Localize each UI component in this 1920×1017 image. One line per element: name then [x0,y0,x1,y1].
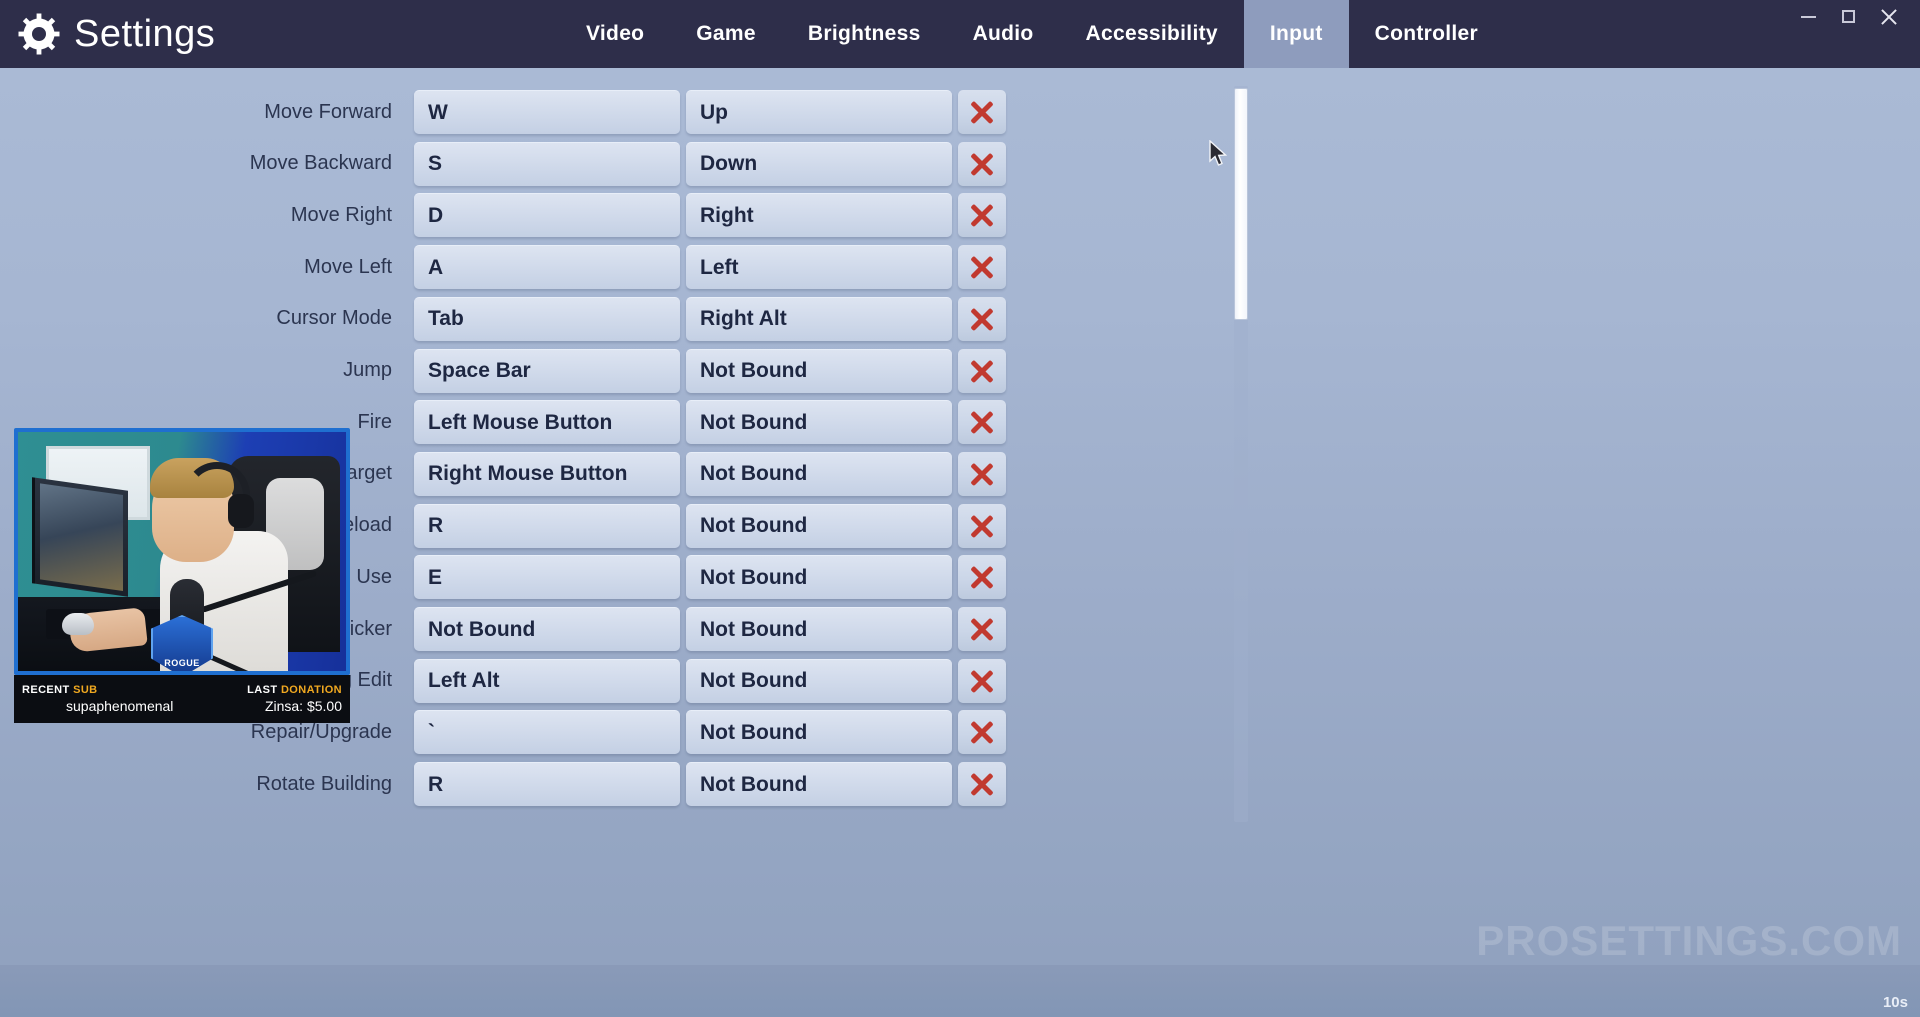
clear-binding-button[interactable] [958,348,1006,393]
keybinding-row: Move Right D Right [0,189,1250,241]
close-button[interactable] [1878,6,1900,28]
tab-controller[interactable]: Controller [1349,0,1504,68]
primary-binding-field[interactable]: Left Mouse Button [414,400,680,445]
keybinding-row: Jump Space Bar Not Bound [0,345,1250,397]
keybinding-row: Rotate Building R Not Bound [0,758,1250,810]
keybinding-action-label: Rotate Building [256,772,392,795]
secondary-binding-field[interactable]: Not Bound [686,555,952,600]
keybinding-action-label: Repair/Upgrade [250,720,392,743]
stream-alerts-strip: RECENT SUB LAST DONATION supaphenomenal … [14,675,350,723]
primary-binding-field[interactable]: Right Mouse Button [414,451,680,496]
primary-binding-field[interactable]: W [414,90,680,134]
primary-binding-field[interactable]: S [414,141,680,186]
watermark: PROSETTINGS.COM [1476,917,1902,964]
primary-binding-field[interactable]: Left Alt [414,658,680,703]
clear-binding-button[interactable] [958,555,1006,600]
secondary-binding-field[interactable]: Down [686,141,952,186]
maximize-button[interactable] [1838,6,1860,28]
keybinding-action-label: Move Right [290,203,392,226]
tab-accessibility[interactable]: Accessibility [1060,0,1244,68]
secondary-binding-field[interactable]: Right Alt [686,296,952,341]
keybinding-action-label: Jump [343,359,392,381]
primary-binding-field[interactable]: Tab [414,296,680,341]
rogue-logo-icon: ROGUE [151,615,213,671]
clear-binding-button[interactable] [958,193,1006,238]
clear-binding-button[interactable] [958,245,1006,290]
secondary-binding-field[interactable]: Not Bound [686,503,952,548]
secondary-binding-field[interactable]: Not Bound [686,607,952,651]
primary-binding-field[interactable]: E [414,555,680,600]
primary-binding-field[interactable]: Not Bound [414,607,680,651]
clear-binding-button[interactable] [958,141,1006,186]
secondary-binding-field[interactable]: Not Bound [686,451,952,496]
tab-game[interactable]: Game [670,0,782,68]
rogue-logo-label: ROGUE [164,658,200,668]
clear-binding-button[interactable] [958,90,1006,134]
primary-binding-field[interactable]: D [414,193,680,238]
primary-binding-field[interactable]: A [414,245,680,290]
clear-binding-button[interactable] [958,607,1006,651]
clear-binding-button[interactable] [958,710,1006,755]
secondary-binding-field[interactable]: Not Bound [686,762,952,807]
keybinding-action-label: Move Backward [249,152,392,175]
minimize-button[interactable] [1798,6,1820,28]
keybinding-row: Move Left A Left [0,241,1250,293]
recent-sub-label: RECENT SUB [22,684,98,696]
title-bar: Settings Video Game Brightness Audio Accessi… [0,0,1920,68]
window-controls [1798,0,1910,34]
app-brand: Settings [0,13,560,55]
recent-sub-value: supaphenomenal [66,698,174,714]
settings-tabs: Video Game Brightness Audio Accessibility Inp… [560,0,1504,68]
webcam-overlay: ROGUE [14,428,350,675]
keybinding-row: Move Backward S Down [0,138,1250,190]
secondary-binding-field[interactable]: Not Bound [686,348,952,393]
secondary-binding-field[interactable]: Not Bound [686,658,952,703]
secondary-binding-field[interactable]: Up [686,90,952,134]
clear-binding-button[interactable] [958,400,1006,445]
keybinding-action-label: Move Forward [264,100,392,123]
keybinding-row: Cursor Mode Tab Right Alt [0,293,1250,345]
clear-binding-button[interactable] [958,296,1006,341]
clear-binding-button[interactable] [958,762,1006,807]
tab-input[interactable]: Input [1243,0,1349,68]
tab-video[interactable]: Video [560,0,670,68]
timer-badge: 10s [1882,994,1908,1011]
footer-bar [0,965,1920,1017]
scrollbar-thumb[interactable] [1234,88,1248,320]
keybinding-action-label: Move Left [304,255,392,278]
tab-audio[interactable]: Audio [947,0,1060,68]
keybinding-action-label: Cursor Mode [276,307,392,330]
gear-icon [18,13,60,55]
secondary-binding-field[interactable]: Not Bound [686,710,952,755]
clear-binding-button[interactable] [958,503,1006,548]
tab-brightness[interactable]: Brightness [782,0,947,68]
clear-binding-button[interactable] [958,451,1006,496]
secondary-binding-field[interactable]: Not Bound [686,400,952,445]
primary-binding-field[interactable]: ` [414,710,680,755]
last-donation-value: Zinsa: $5.00 [264,698,342,714]
primary-binding-field[interactable]: Space Bar [414,348,680,393]
secondary-binding-field[interactable]: Right [686,193,952,238]
page-title: Settings [74,13,216,55]
clear-binding-button[interactable] [958,658,1006,703]
primary-binding-field[interactable]: R [414,762,680,807]
keybinding-row: Move Forward W Up [0,86,1250,138]
primary-binding-field[interactable]: R [414,503,680,548]
secondary-binding-field[interactable]: Left [686,245,952,290]
mouse-cursor [1209,139,1229,168]
last-donation-label: LAST DONATION [247,684,342,696]
